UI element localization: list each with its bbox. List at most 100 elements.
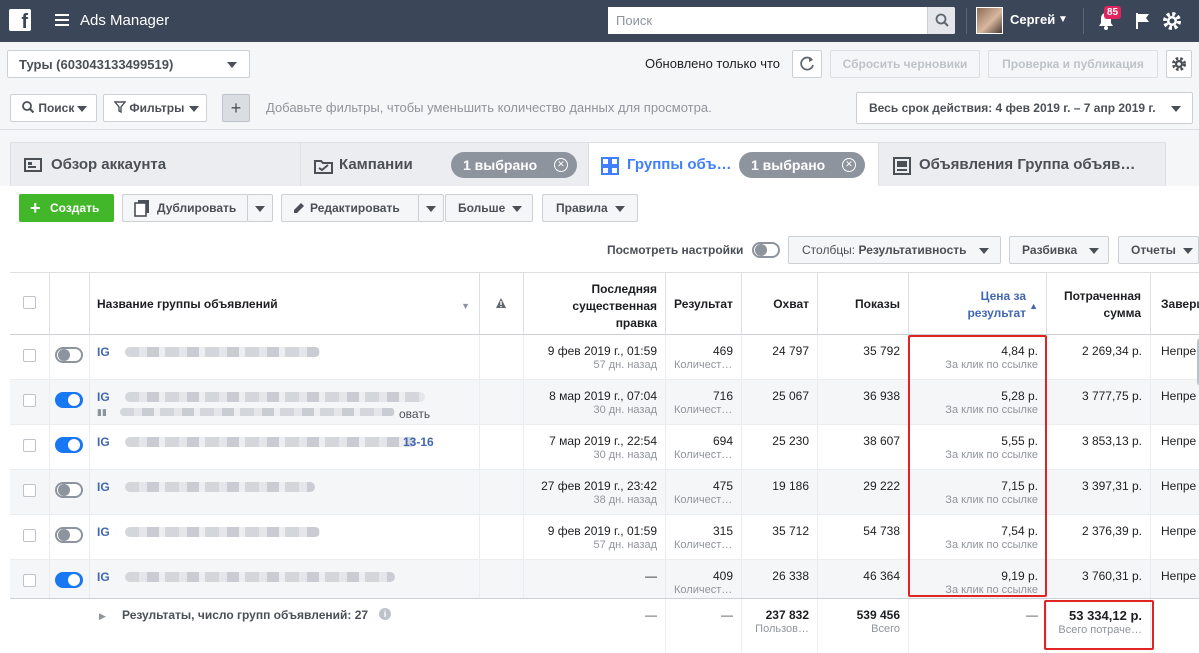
- facebook-logo[interactable]: f: [9, 9, 31, 31]
- more-button[interactable]: Больше: [445, 194, 533, 222]
- row-checkbox[interactable]: [23, 529, 36, 542]
- refresh-button[interactable]: [792, 50, 822, 78]
- sort-icon[interactable]: ▼: [461, 298, 470, 315]
- last-edit-date: 9 фев 2019 г., 01:59: [547, 344, 657, 358]
- ad-set-name-link[interactable]: IG: [97, 435, 110, 449]
- spent-value: 3 760,31 р.: [1081, 569, 1142, 583]
- row-end-cell: Непре: [1151, 335, 1199, 380]
- row-name-cell: IG: [90, 515, 480, 560]
- flag-icon[interactable]: [1135, 12, 1151, 33]
- header-impressions[interactable]: Показы: [818, 273, 909, 335]
- review-publish-button[interactable]: Проверка и публикация: [988, 50, 1158, 78]
- breakdown-button[interactable]: Разбивка: [1009, 236, 1109, 264]
- info-icon[interactable]: i: [379, 608, 391, 620]
- search-input[interactable]: [608, 7, 926, 34]
- row-results-cell: 469 Количест…: [666, 335, 742, 380]
- filters-button[interactable]: Фильтры: [103, 94, 207, 122]
- results-value: 469: [712, 344, 733, 358]
- account-selector[interactable]: Туры (603043133499519): [7, 50, 250, 78]
- clear-selection-icon[interactable]: ✕: [554, 158, 568, 172]
- header-ends[interactable]: Заверш: [1151, 273, 1199, 335]
- edit-dropdown[interactable]: [418, 194, 444, 222]
- hamburger-menu-icon[interactable]: [55, 14, 69, 26]
- row-select-cell: [10, 515, 50, 560]
- status-toggle[interactable]: [55, 482, 83, 498]
- updated-status: Обновлено только что: [645, 56, 781, 71]
- clear-selection-icon[interactable]: ✕: [842, 158, 856, 172]
- ad-set-name-link[interactable]: IG: [97, 345, 110, 359]
- view-settings-toggle[interactable]: [752, 242, 780, 258]
- add-filter-button[interactable]: +: [222, 94, 250, 122]
- caret-down-icon: [255, 206, 265, 212]
- tab-ads[interactable]: Объявления Группа объяв…: [878, 142, 1166, 186]
- caret-down-icon: [979, 248, 989, 254]
- campaigns-selected-pill[interactable]: 1 выбрано ✕: [451, 152, 577, 178]
- ad-set-name-link[interactable]: IG: [97, 390, 110, 404]
- caret-down-icon: [227, 62, 237, 68]
- gear-icon[interactable]: [1161, 10, 1183, 35]
- edit-label: Редактировать: [310, 201, 400, 215]
- results-type: Количест…: [674, 449, 733, 461]
- duplicate-button[interactable]: Дублировать: [122, 194, 248, 222]
- header-results[interactable]: Результат: [666, 273, 742, 335]
- row-checkbox[interactable]: [23, 484, 36, 497]
- view-settings-label: Посмотреть настройки: [607, 243, 744, 257]
- redacted-name: [125, 392, 425, 402]
- header-name[interactable]: Название группы объявлений ▼: [90, 273, 480, 335]
- caret-down-icon: [1171, 106, 1181, 112]
- header-cost-per-result[interactable]: Цена за результат ▲: [909, 273, 1047, 335]
- results-value: 475: [712, 479, 733, 493]
- columns-button[interactable]: Столбцы: Результативность: [788, 236, 1001, 264]
- search-filter-button[interactable]: Поиск: [10, 94, 97, 122]
- ad-set-name-link[interactable]: IG: [97, 525, 110, 539]
- row-spent-cell: 3 777,75 р.: [1047, 380, 1151, 425]
- user-name[interactable]: Сергей: [1010, 12, 1055, 27]
- results-type: Количест…: [674, 584, 733, 596]
- row-checkbox[interactable]: [23, 574, 36, 587]
- ad-set-name-suffix[interactable]: 13-16: [403, 435, 434, 449]
- tab-campaigns[interactable]: Кампании 1 выбрано ✕: [300, 142, 590, 186]
- row-checkbox[interactable]: [23, 439, 36, 452]
- redacted-subtitle: [120, 408, 395, 416]
- impressions-value: 54 738: [863, 524, 900, 538]
- header-last-edit[interactable]: Последняя существенная правка: [524, 273, 666, 335]
- row-checkbox[interactable]: [23, 349, 36, 362]
- header-amount-spent[interactable]: Потраченная сумма: [1047, 273, 1151, 335]
- status-toggle[interactable]: [55, 392, 83, 408]
- status-toggle[interactable]: [55, 572, 83, 588]
- row-reach-cell: 25 230: [742, 425, 818, 470]
- row-last-edit-cell: 7 мар 2019 г., 22:54 30 дн. назад: [524, 425, 666, 470]
- reports-button[interactable]: Отчеты: [1118, 236, 1199, 264]
- row-select-cell: [10, 425, 50, 470]
- row-checkbox[interactable]: [23, 394, 36, 407]
- end-value: Непре: [1161, 389, 1197, 403]
- discard-drafts-button[interactable]: Сбросить черновики: [830, 50, 980, 78]
- select-all-checkbox[interactable]: [23, 296, 36, 309]
- status-toggle[interactable]: [55, 347, 83, 363]
- sort-up-icon[interactable]: ▲: [1029, 298, 1038, 315]
- tab-ad-sets[interactable]: Группы объ… 1 выбрано ✕: [588, 142, 888, 186]
- ad-set-name-link[interactable]: IG: [97, 570, 110, 584]
- redacted-name: [125, 527, 320, 537]
- search-button[interactable]: [927, 7, 955, 34]
- date-range-picker[interactable]: Весь срок действия: 4 фев 2019 г. – 7 ап…: [856, 92, 1193, 124]
- status-toggle[interactable]: [55, 437, 83, 453]
- rules-button[interactable]: Правила: [542, 194, 638, 222]
- status-toggle[interactable]: [55, 527, 83, 543]
- redacted-name: [125, 572, 395, 582]
- create-button[interactable]: + Создать: [19, 194, 114, 222]
- chevron-down-icon[interactable]: ▼: [1058, 14, 1068, 25]
- duplicate-dropdown[interactable]: [247, 194, 273, 222]
- avatar[interactable]: [976, 7, 1003, 34]
- app-title[interactable]: Ads Manager: [80, 12, 169, 29]
- adsets-selected-label: 1 выбрано: [751, 157, 826, 173]
- edit-button[interactable]: Редактировать: [281, 194, 419, 222]
- action-toolbar: + Создать Дублировать Редактировать Боль…: [10, 186, 1199, 272]
- adsets-selected-pill[interactable]: 1 выбрано ✕: [739, 152, 865, 178]
- header-reach[interactable]: Охват: [742, 273, 818, 335]
- expand-icon[interactable]: ▶: [99, 611, 106, 622]
- tab-account-overview[interactable]: Обзор аккаунта: [10, 142, 310, 186]
- settings-button[interactable]: [1166, 50, 1192, 78]
- header-delivery-warning[interactable]: [480, 273, 524, 335]
- ad-set-name-link[interactable]: IG: [97, 480, 110, 494]
